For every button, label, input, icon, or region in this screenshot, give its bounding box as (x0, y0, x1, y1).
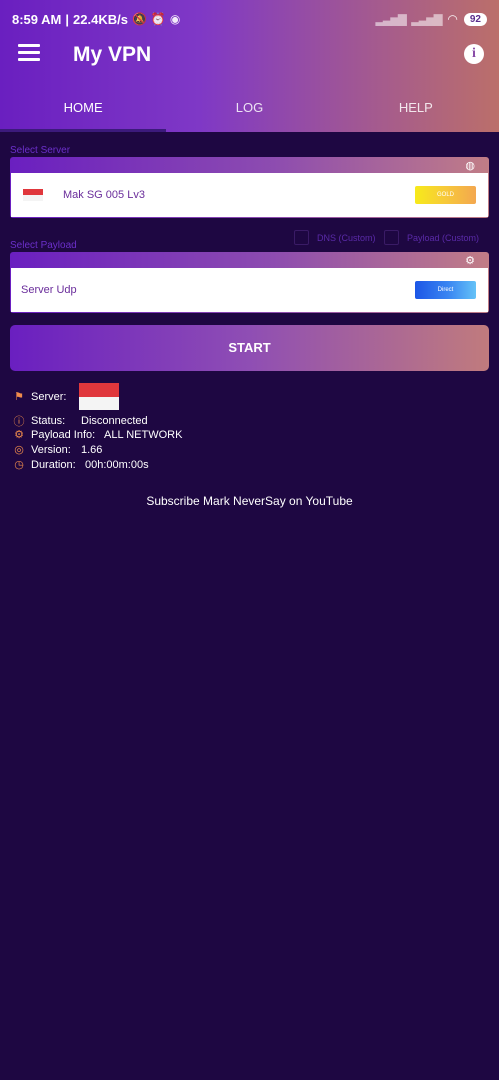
flag-icon: ⚑ (14, 391, 24, 403)
server-selector[interactable]: ◍ Mak SG 005 Lv3 GOLD (10, 157, 489, 218)
payload-name: Server Udp (21, 284, 77, 296)
status-time: 8:59 AM (12, 11, 62, 27)
status-speed: 22.4KB/s (73, 11, 128, 27)
info-circle-icon: ⓘ (13, 416, 25, 428)
server-name: Mak SG 005 Lv3 (63, 189, 145, 201)
select-payload-label: Select Payload (10, 240, 77, 251)
tab-bar: HOME LOG HELP (0, 88, 499, 132)
tab-help[interactable]: HELP (333, 88, 499, 132)
info-payload-row: ⚙ Payload Info: ALL NETWORK (12, 428, 183, 442)
tab-home[interactable]: HOME (0, 88, 167, 132)
direct-badge: Direct (415, 281, 476, 299)
status-separator: | (65, 11, 70, 27)
tab-log[interactable]: LOG (166, 88, 332, 132)
payload-info-label: Payload Info: (31, 428, 96, 441)
version-icon: ◎ (14, 444, 24, 456)
app-title: My VPN (73, 43, 152, 66)
duration-value: 00h:00m:00s (85, 458, 149, 471)
start-button[interactable]: START (10, 325, 489, 371)
gold-badge: GOLD (415, 186, 476, 204)
bell-off-icon: 🔕 (131, 12, 147, 26)
status-value: Disconnected (81, 415, 148, 427)
subscribe-link[interactable]: Subscribe Mark NeverSay on YouTube (0, 494, 499, 508)
info-server-row: ⚑ Server: (12, 390, 67, 404)
select-server-label: Select Server (10, 145, 71, 156)
payload-custom-label: Payload (Custom) (407, 232, 480, 243)
menu-icon[interactable] (18, 44, 40, 62)
info-duration-row: ◷ Duration: 00h:00m:00s (12, 458, 149, 472)
status-bar: 8:59 AM | 22.4KB/s 🔕 ⏰ ◉ ▂▃▅▇ ▂▃▅▇ ◠ 92 (12, 9, 487, 29)
payload-custom-option[interactable]: Payload (Custom) (384, 230, 479, 245)
dns-custom-checkbox[interactable] (294, 230, 309, 245)
singapore-flag-icon (23, 189, 43, 201)
info-status-row: ⓘ Status: Disconnected (12, 413, 148, 429)
dns-custom-option[interactable]: DNS (Custom) (294, 230, 376, 245)
server-label: Server: (31, 390, 67, 403)
payload-custom-checkbox[interactable] (384, 230, 399, 245)
battery-indicator: 92 (463, 12, 487, 26)
payload-info-value: ALL NETWORK (104, 428, 183, 441)
clock-icon: ◷ (14, 459, 24, 471)
dns-custom-label: DNS (Custom) (317, 232, 376, 243)
gear-icon[interactable]: ⚙ (465, 254, 475, 267)
signal-icon: ▂▃▅▇ (375, 13, 407, 26)
info-icon[interactable]: i (464, 44, 484, 64)
wifi-icon: ◠ (447, 12, 458, 26)
signal-icon-2: ▂▃▅▇ (411, 13, 443, 26)
alarm-icon: ⏰ (150, 12, 166, 26)
version-value: 1.66 (81, 443, 103, 456)
payload-selector[interactable]: ⚙ Server Udp Direct (10, 252, 489, 313)
network-icon: ⚙ (14, 429, 24, 441)
status-label: Status: (31, 415, 66, 427)
globe-icon[interactable]: ◍ (465, 159, 475, 172)
duration-label: Duration: (31, 458, 76, 471)
app-header: 8:59 AM | 22.4KB/s 🔕 ⏰ ◉ ▂▃▅▇ ▂▃▅▇ ◠ 92 … (0, 0, 499, 132)
version-label: Version: (31, 443, 71, 456)
info-version-row: ◎ Version: 1.66 (12, 443, 103, 457)
messenger-icon: ◉ (169, 12, 181, 26)
server-flag-image (79, 383, 119, 410)
